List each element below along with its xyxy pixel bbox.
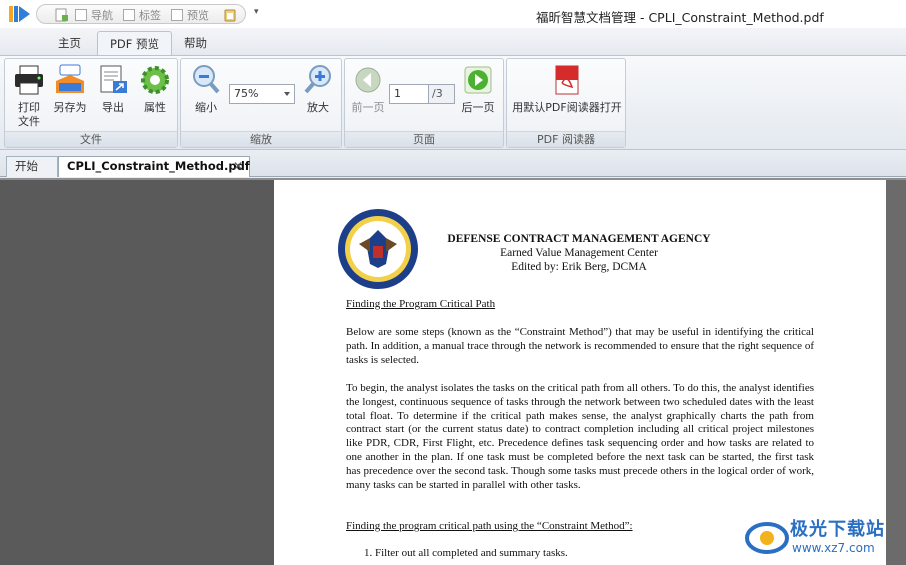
ribbon-tab-bar: 主页 PDF 预览 帮助 [0,28,906,55]
zoom-out-label: 缩小 [195,101,217,114]
agency-name: DEFENSE CONTRACT MANAGEMENT AGENCY [447,233,711,245]
page-group: 前一页 1 /3 后一页 页面 [344,58,504,148]
zoom-group: 缩小 75% 放大 缩放 [180,58,342,148]
preview-label: 预览 [187,9,209,22]
clipboard-icon[interactable] [223,8,237,22]
page-group-label: 页面 [345,131,503,147]
print-label-1: 打印 [18,101,40,114]
prev-page-label: 前一页 [351,101,385,114]
properties-label: 属性 [144,101,166,114]
vertical-scrollbar[interactable] [886,180,906,565]
nav-toggle[interactable]: 导航 [75,8,113,22]
close-icon[interactable]: ✕ [233,157,243,176]
printer-icon [15,65,43,95]
next-page-icon [464,66,492,94]
tab-help[interactable]: 帮助 [172,31,219,55]
print-button[interactable]: 打印 文件 [9,63,49,129]
dcma-seal-icon [338,209,418,289]
tab-home[interactable]: 主页 [46,31,93,55]
chevron-down-icon [284,92,290,96]
ribbon: 打印 文件 另存为 导出 属性 文件 缩小 75% 放大 缩放 前一页 1 /3… [0,55,906,150]
tab-document-label: CPLI_Constraint_Method.pdf [67,159,250,173]
export-button[interactable]: 导出 [93,63,133,115]
zoom-in-button[interactable]: 放大 [301,63,335,115]
save-as-label: 另存为 [53,101,87,114]
tab-start-label: 开始 [15,159,38,173]
file-group: 打印 文件 另存为 导出 属性 文件 [4,58,178,148]
quick-access-menu-icon[interactable]: ▾ [254,7,259,17]
zoom-group-label: 缩放 [181,131,341,147]
prev-page-icon [355,67,381,93]
zoom-out-button[interactable]: 缩小 [189,63,223,115]
preview-checkbox[interactable] [171,9,183,21]
nav-checkbox[interactable] [75,9,87,21]
open-default-reader-label: 用默认PDF阅读器打开 [512,101,622,114]
pdf-viewer[interactable]: DEFENSE CONTRACT MANAGEMENT AGENCY Earne… [0,178,906,565]
preview-toggle[interactable]: 预览 [171,8,209,22]
gear-icon [141,66,169,94]
zoom-level-value: 75% [234,87,259,100]
next-page-button[interactable]: 后一页 [459,63,497,115]
zoom-in-icon [304,65,331,94]
tab-start[interactable]: 开始 [6,156,58,177]
pdf-file-icon [555,65,579,95]
prev-page-button[interactable]: 前一页 [349,63,387,115]
quick-access-toolbar: 导航 标签 预览 [36,4,246,24]
properties-button[interactable]: 属性 [135,63,175,115]
zoom-in-label: 放大 [307,101,329,114]
zoom-out-icon [193,65,220,94]
section-heading-1: Finding the Program Critical Path [346,298,496,310]
pdf-reader-group-label: PDF 阅读器 [507,131,625,147]
nav-label: 导航 [91,9,113,22]
file-group-label: 文件 [5,131,177,147]
tab-document[interactable]: CPLI_Constraint_Method.pdf ✕ [58,156,250,177]
editor-line: Edited by: Erik Berg, DCMA [511,261,647,273]
zoom-level-select[interactable]: 75% [229,84,295,104]
page-number-input[interactable]: 1 [389,84,429,104]
window-title: 福昕智慧文档管理 - CPLI_Constraint_Method.pdf [536,10,824,25]
watermark-logo-icon [745,522,789,554]
pdf-page: DEFENSE CONTRACT MANAGEMENT AGENCY Earne… [274,180,886,565]
export-icon [100,65,127,93]
center-name: Earned Value Management Center [500,247,658,259]
tab-pdf-preview[interactable]: PDF 预览 [97,31,173,55]
paragraph-2: To begin, the analyst isolates the tasks… [346,382,814,491]
next-page-label: 后一页 [461,101,495,114]
bookmark-checkbox[interactable] [123,9,135,21]
list-item: 1. Filter out all completed and summary … [364,547,568,559]
paragraph-1: Below are some steps (known as the “Cons… [346,326,814,366]
save-as-button[interactable]: 另存为 [49,63,91,115]
title-bar: 导航 标签 预览 ▾ 福昕智慧文档管理 - CPLI_Constraint_Me… [0,0,906,28]
print-label-2: 文件 [18,115,40,128]
document-header: DEFENSE CONTRACT MANAGEMENT AGENCY Earne… [424,232,734,274]
bookmark-toggle[interactable]: 标签 [123,8,161,22]
open-default-reader-button[interactable]: 用默认PDF阅读器打开 [509,63,625,115]
watermark-url: www.xz7.com [792,541,875,555]
watermark-text: 极光下载站 [790,519,885,540]
save-as-icon [56,64,84,93]
document-tab-bar: 开始 CPLI_Constraint_Method.pdf ✕ [0,151,906,177]
quick-view-icon[interactable] [55,8,69,22]
app-logo-icon [9,6,30,22]
export-label: 导出 [102,101,124,114]
pdf-reader-group: 用默认PDF阅读器打开 PDF 阅读器 [506,58,626,148]
page-total: /3 [429,84,455,104]
bookmark-label: 标签 [139,9,161,22]
